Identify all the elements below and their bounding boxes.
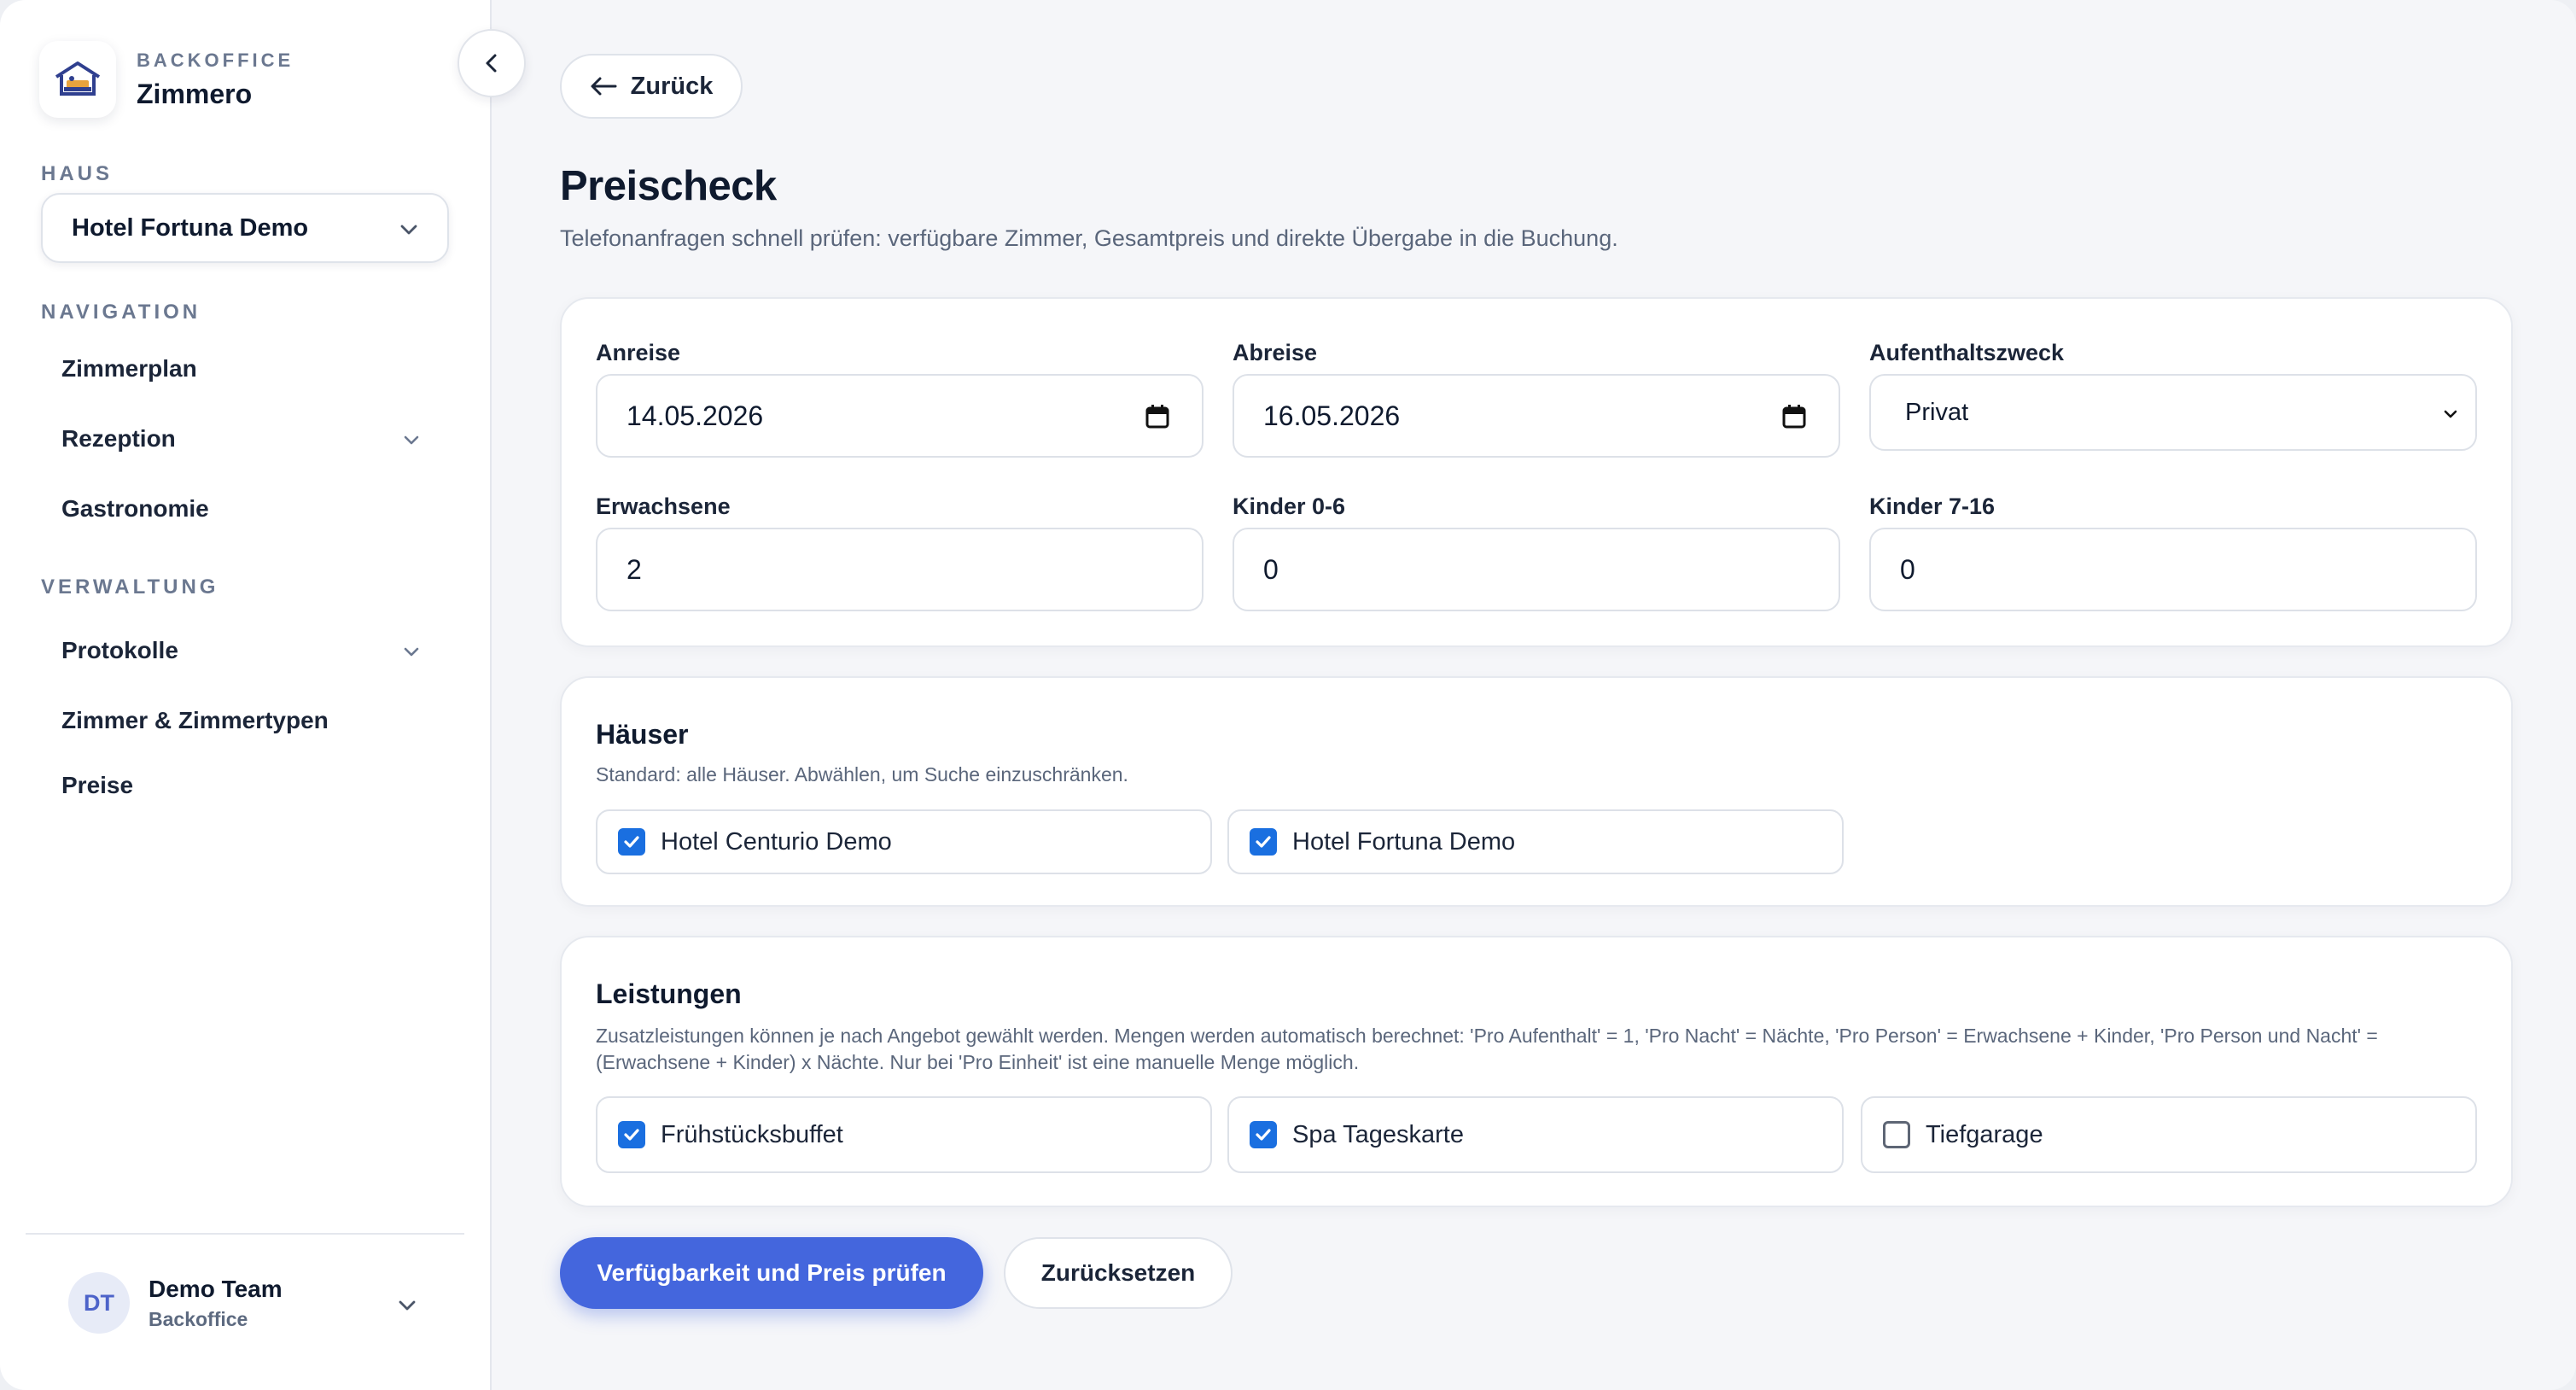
checkbox-checked[interactable] <box>1250 1121 1277 1148</box>
nav-item-zimmerplan[interactable]: Zimmerplan <box>61 345 437 393</box>
nav-item-label: Zimmer & Zimmertypen <box>61 707 329 733</box>
check-availability-button[interactable]: Verfügbarkeit und Preis prüfen <box>560 1237 983 1309</box>
children-0-6-input[interactable]: 0 <box>1233 528 1840 611</box>
house-select-value: Hotel Fortuna Demo <box>72 213 309 242</box>
checkbox-unchecked[interactable] <box>1883 1121 1910 1148</box>
chevron-down-icon <box>404 647 419 657</box>
brand[interactable]: BACKOFFICE Zimmero <box>39 39 294 120</box>
search-form-card: Anreise 14.05.2026 Abreise 16.05.2026 Au… <box>560 297 2513 647</box>
avatar: DT <box>68 1272 130 1334</box>
collapse-sidebar-button[interactable] <box>458 29 526 97</box>
children-0-6-label: Kinder 0-6 <box>1233 494 1346 519</box>
houses-title: Häuser <box>596 719 689 750</box>
departure-label: Abreise <box>1233 340 1318 365</box>
services-card: Leistungen Zusatzleistungen können je na… <box>560 936 2513 1207</box>
brand-eyebrow: BACKOFFICE <box>137 49 294 71</box>
chevron-down-icon <box>2444 410 2457 418</box>
nav-item-label: Rezeption <box>61 425 176 452</box>
sidebar: BACKOFFICE Zimmero HAUS Hotel Fortuna De… <box>0 0 492 1390</box>
house-option-label: Hotel Centurio Demo <box>661 827 892 856</box>
house-option-fortuna[interactable]: Hotel Fortuna Demo <box>1227 809 1844 874</box>
checkbox-checked[interactable] <box>618 1121 645 1148</box>
chevron-down-icon <box>404 435 419 445</box>
hotel-logo-icon <box>39 41 116 118</box>
check-icon <box>624 836 639 848</box>
children-7-16-value: 0 <box>1900 553 1915 585</box>
service-option-spa[interactable]: Spa Tageskarte <box>1227 1096 1844 1173</box>
chevron-left-icon <box>486 54 497 73</box>
arrival-label: Anreise <box>596 340 681 365</box>
departure-date-value: 16.05.2026 <box>1263 400 1401 431</box>
services-title: Leistungen <box>596 978 742 1009</box>
children-0-6-value: 0 <box>1263 553 1279 585</box>
page-subtitle: Telefonanfragen schnell prüfen: verfügba… <box>560 225 1618 251</box>
admin-section-label: VERWALTUNG <box>41 575 219 599</box>
nav-item-rezeption[interactable]: Rezeption <box>61 415 437 463</box>
purpose-select[interactable]: Privat <box>1869 374 2477 451</box>
nav-item-preise[interactable]: Preise <box>61 762 437 809</box>
houses-card: Häuser Standard: alle Häuser. Abwählen, … <box>560 676 2513 907</box>
user-role: Backoffice <box>149 1307 248 1330</box>
brand-name: Zimmero <box>137 78 253 109</box>
service-option-breakfast[interactable]: Frühstücksbuffet <box>596 1096 1212 1173</box>
purpose-label: Aufenthaltszweck <box>1869 340 2065 365</box>
sidebar-divider <box>26 1233 464 1235</box>
check-icon <box>624 1129 639 1141</box>
adults-input[interactable]: 2 <box>596 528 1203 611</box>
navigation-section-label: NAVIGATION <box>41 301 201 324</box>
service-option-label: Frühstücksbuffet <box>661 1120 843 1148</box>
children-7-16-input[interactable]: 0 <box>1869 528 2477 611</box>
service-option-parking[interactable]: Tiefgarage <box>1861 1096 2477 1173</box>
arrow-left-icon <box>591 77 617 96</box>
house-select[interactable]: Hotel Fortuna Demo <box>41 193 449 263</box>
user-menu[interactable]: DT Demo Team Backoffice <box>68 1270 444 1335</box>
adults-label: Erwachsene <box>596 494 731 519</box>
houses-description: Standard: alle Häuser. Abwählen, um Such… <box>596 763 1128 786</box>
purpose-select-value: Privat <box>1905 398 1969 426</box>
nav-item-label: Protokolle <box>61 637 178 663</box>
children-7-16-label: Kinder 7-16 <box>1869 494 1996 519</box>
calendar-icon[interactable] <box>1144 403 1171 430</box>
chevron-down-icon <box>399 1300 416 1311</box>
back-button[interactable]: Zurück <box>560 54 743 119</box>
nav-item-label: Preise <box>61 772 134 798</box>
nav-item-label: Zimmerplan <box>61 355 197 382</box>
check-icon <box>1256 836 1271 848</box>
service-option-label: Spa Tageskarte <box>1292 1120 1464 1148</box>
nav-item-zimmer-zimmertypen[interactable]: Zimmer & Zimmertypen <box>61 697 437 745</box>
page-title: Preischeck <box>560 163 777 209</box>
user-name: Demo Team <box>149 1275 283 1302</box>
arrival-date-input[interactable]: 14.05.2026 <box>596 374 1203 458</box>
checkbox-checked[interactable] <box>618 828 645 856</box>
reset-button[interactable]: Zurücksetzen <box>1004 1237 1233 1309</box>
adults-value: 2 <box>627 553 642 585</box>
nav-item-gastronomie[interactable]: Gastronomie <box>61 485 437 533</box>
back-button-label: Zurück <box>630 72 714 100</box>
service-option-label: Tiefgarage <box>1926 1120 2043 1148</box>
check-icon <box>1256 1129 1271 1141</box>
calendar-icon[interactable] <box>1780 403 1808 430</box>
house-section-label: HAUS <box>41 162 114 185</box>
chevron-down-icon <box>400 225 417 235</box>
house-option-centurio[interactable]: Hotel Centurio Demo <box>596 809 1212 874</box>
departure-date-input[interactable]: 16.05.2026 <box>1233 374 1840 458</box>
nav-item-label: Gastronomie <box>61 495 209 522</box>
services-description: Zusatzleistungen können je nach Angebot … <box>596 1025 2378 1073</box>
arrival-date-value: 14.05.2026 <box>627 400 764 431</box>
nav-item-protokolle[interactable]: Protokolle <box>61 627 437 675</box>
app-window: BACKOFFICE Zimmero HAUS Hotel Fortuna De… <box>0 0 2576 1390</box>
checkbox-checked[interactable] <box>1250 828 1277 856</box>
house-option-label: Hotel Fortuna Demo <box>1292 827 1516 856</box>
